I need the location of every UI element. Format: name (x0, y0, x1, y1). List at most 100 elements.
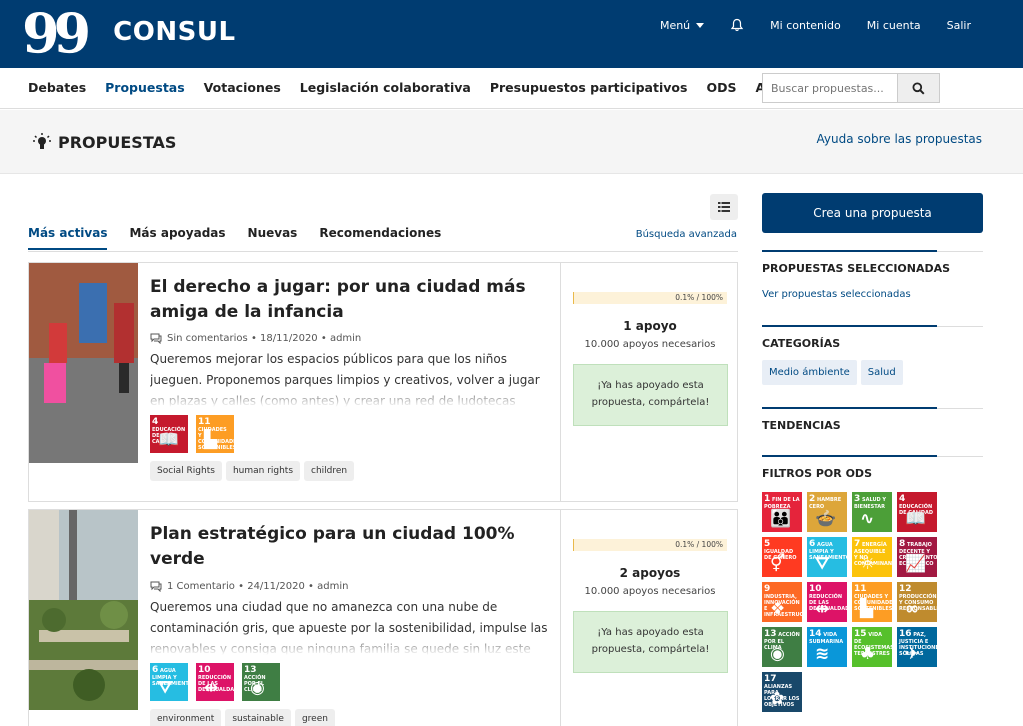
section-divider (762, 325, 983, 327)
ods-5-tile[interactable]: 5 IGUALDAD DE GÉNERO ⚥ (762, 537, 802, 577)
supports-count: 2 apoyos (619, 566, 681, 580)
tab-2[interactable]: Más apoyadas (129, 226, 225, 250)
nav-item-presupuestos-participativos[interactable]: Presupuestos participativos (490, 80, 688, 95)
ods-2-tile[interactable]: 2 HAMBRE CERO 🍲 (807, 492, 847, 532)
ods-number: 15 (854, 629, 867, 639)
proposal-tags: environment sustainable green (150, 709, 550, 726)
nav-item-votaciones[interactable]: Votaciones (204, 80, 281, 95)
ods-13-icon: ◉ (250, 678, 265, 698)
nav-item-ods[interactable]: ODS (706, 80, 736, 95)
categories-section: CATEGORÍAS Medio ámbiente Salud (762, 325, 983, 385)
ods-6-tile[interactable]: 6 AGUA LIMPIA Y SANEAMIENTO⛛ (150, 663, 188, 701)
ods-number: 4 (152, 417, 159, 427)
ods-3-tile[interactable]: 3 SALUD Y BIENESTAR ∿ (852, 492, 892, 532)
nav-item-propuestas[interactable]: Propuestas (105, 80, 185, 95)
ods-11-tile[interactable]: 11 CIUDADES Y COMUNIDADES SOSTENIBLES▙ (196, 415, 234, 453)
ods-13-tile[interactable]: 13 ACCIÓN POR EL CLIMA ◉ (242, 663, 280, 701)
ods-filter-section: FILTROS POR ODS (762, 455, 983, 480)
proposal-card: El derecho a jugar: por una ciudad más a… (28, 262, 738, 502)
categories-heading: CATEGORÍAS (762, 337, 841, 350)
ods-6-tile[interactable]: 6 AGUA LIMPIA Y SANEAMIENTO⛛ (807, 537, 847, 577)
ods-16-icon: ✈ (905, 644, 920, 664)
ods-10-tile[interactable]: 10 REDUCCIÓN DE LAS DESIGUALDADES⇹ (807, 582, 847, 622)
selected-proposals-section: PROPUESTAS SELECCIONADAS Ver propuestas … (762, 250, 983, 300)
logout-link[interactable]: Salir (947, 19, 971, 32)
section-header: PROPUESTAS Ayuda sobre las propuestas (0, 110, 1023, 174)
ods-number: 13 (764, 629, 777, 639)
selected-heading: PROPUESTAS SELECCIONADAS (762, 262, 951, 275)
tag[interactable]: Social Rights (150, 461, 222, 481)
ods-9-tile[interactable]: 9 INDUSTRIA, INNOVACIÓN E INFRAESTRUCTUR… (762, 582, 802, 622)
ods-15-tile[interactable]: 15 VIDA DE ECOSISTEMAS TERRESTRES ♣ (852, 627, 892, 667)
view-toggle-button[interactable] (710, 194, 738, 220)
already-supported-message: ¡Ya has apoyado esta propuesta, compárte… (573, 611, 728, 673)
tab-1[interactable]: Más activas (28, 226, 108, 250)
tag[interactable]: children (304, 461, 355, 481)
ods-8-tile[interactable]: 8 TRABAJO DECENTE Y CRECIMIENTO ECONÓMIC… (897, 537, 937, 577)
ods-4-tile[interactable]: 4 EDUCACIÓN DE CALIDAD 📖 (897, 492, 937, 532)
proposal-body: Plan estratégico para un ciudad 100% ver… (150, 522, 550, 726)
list-view-icon (718, 202, 730, 212)
ods-1-tile[interactable]: 1 FIN DE LA POBREZA 👪 (762, 492, 802, 532)
ods-11-tile[interactable]: 11 CIUDADES Y COMUNIDADES SOSTENIBLES▙ (852, 582, 892, 622)
meta-separator: • (247, 333, 261, 344)
ods-6-icon: ⛛ (158, 678, 173, 698)
proposal-image[interactable] (29, 263, 138, 463)
ods-number: 4 (899, 494, 906, 504)
ods-16-tile[interactable]: 16 PAZ, JUSTICIA E INSTITUCIONES SÓLIDAS… (897, 627, 937, 667)
support-panel: 0.1% / 100% 2 apoyos 10.000 apoyos neces… (560, 510, 738, 726)
proposal-meta: 1 Comentario • 24/11/2020 • admin (150, 581, 550, 592)
nav-items: Debates Propuestas Votaciones Legislación c… (28, 80, 818, 95)
my-account-link[interactable]: Mi cuenta (867, 19, 921, 32)
ods-heading: FILTROS POR ODS (762, 467, 872, 480)
progress-label: 0.1% / 100% (675, 540, 723, 549)
page-title-text: PROPUESTAS (58, 132, 177, 152)
nav-item-debates[interactable]: Debates (28, 80, 86, 95)
search-input[interactable] (763, 74, 897, 102)
selected-proposals-link[interactable]: Ver propuestas seleccionadas (762, 289, 983, 300)
nav-item-legislación-colaborativa[interactable]: Legislación colaborativa (300, 80, 471, 95)
supports-count: 1 apoyo (623, 319, 677, 333)
ods-10-tile[interactable]: 10 REDUCCIÓN DE LAS DESIGUALDADES⇹ (196, 663, 234, 701)
proposal-description: Queremos una ciudad que no amanezca con … (150, 597, 550, 655)
tag[interactable]: environment (150, 709, 222, 726)
supports-needed: 10.000 apoyos necesarios (584, 339, 716, 350)
ods-13-tile[interactable]: 13 ACCIÓN POR EL CLIMA ◉ (762, 627, 802, 667)
create-proposal-button[interactable]: Crea una propuesta (762, 193, 983, 233)
meta-separator: • (304, 581, 318, 592)
my-content-link[interactable]: Mi contenido (770, 19, 841, 32)
ods-12-tile[interactable]: 12 PRODUCCIÓN Y CONSUMO RESPONSABLES∞ (897, 582, 937, 622)
ods-7-tile[interactable]: 7 ENERGÍA ASEQUIBLE Y NO CONTAMINANTE☼ (852, 537, 892, 577)
tab-3[interactable]: Nuevas (248, 226, 298, 250)
tab-4[interactable]: Recomendaciones (319, 226, 441, 250)
category-tag[interactable]: Salud (860, 360, 903, 385)
proposal-title[interactable]: Plan estratégico para un ciudad 100% ver… (150, 522, 550, 572)
ods-14-tile[interactable]: 14 VIDA SUBMARINA ≋ (807, 627, 847, 667)
tag[interactable]: green (294, 709, 335, 726)
ods-9-icon: ❖ (770, 599, 786, 619)
order-tabs: Más activas Más apoyadas Nuevas Recomendaci… (28, 226, 463, 250)
advanced-search-link[interactable]: Búsqueda avanzada (636, 229, 737, 240)
ods-10-icon: ⇹ (815, 599, 830, 619)
category-tag[interactable]: Medio ámbiente (762, 360, 857, 385)
help-link[interactable]: Ayuda sobre las propuestas (816, 132, 982, 146)
menu-dropdown[interactable]: Menú (660, 19, 705, 32)
supports-needed: 10.000 apoyos necesarios (584, 586, 716, 597)
tag[interactable]: human rights (225, 461, 301, 481)
search-button[interactable] (897, 74, 939, 102)
ods-number: 11 (854, 584, 867, 594)
notifications-button[interactable] (730, 18, 744, 32)
proposal-image[interactable] (29, 510, 138, 710)
meta-separator: • (317, 333, 330, 344)
proposal-card: Plan estratégico para un ciudad 100% ver… (28, 509, 738, 726)
progress-label: 0.1% / 100% (675, 293, 723, 302)
ods-number: 17 (764, 674, 777, 684)
tag[interactable]: sustainable (225, 709, 291, 726)
section-divider (762, 455, 983, 457)
logo[interactable]: 66 CONSUL (28, 0, 236, 64)
proposal-title[interactable]: El derecho a jugar: por una ciudad más a… (150, 275, 550, 325)
comments-count[interactable]: 1 Comentario (167, 581, 235, 592)
comments-count[interactable]: Sin comentarios (167, 333, 248, 344)
ods-4-tile[interactable]: 4 EDUCACIÓN DE CALIDAD 📖 (150, 415, 188, 453)
ods-17-tile[interactable]: 17 ALIANZAS PARA LOGRAR LOS OBJETIVOS ✿ (762, 672, 802, 712)
